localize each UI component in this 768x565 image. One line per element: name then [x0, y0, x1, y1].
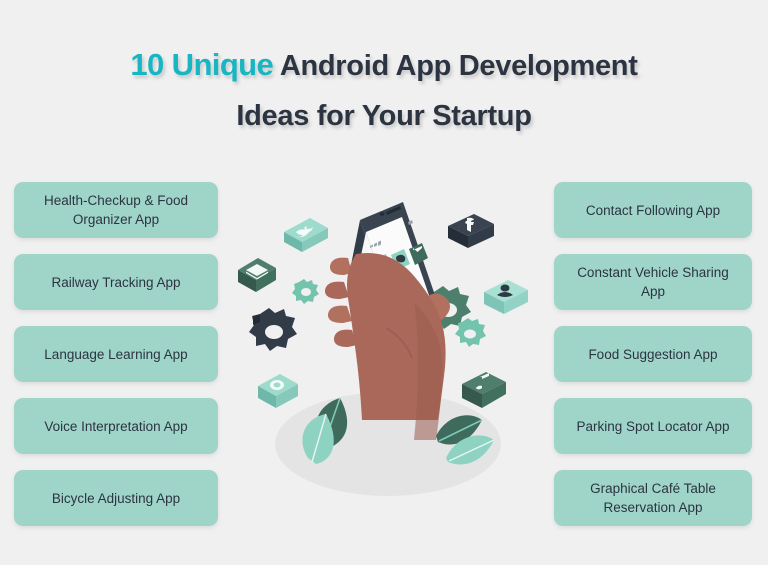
envelope-icon: [238, 258, 276, 292]
idea-pill-health-checkup[interactable]: Health-Checkup & Food Organizer App: [14, 182, 218, 238]
hero-illustration: [236, 196, 532, 496]
idea-pill-voice-interpretation[interactable]: Voice Interpretation App: [14, 398, 218, 454]
idea-pill-railway-tracking[interactable]: Railway Tracking App: [14, 254, 218, 310]
gear-icon-small-mint: [292, 279, 319, 304]
camera-icon: [258, 374, 298, 408]
gear-icon-large-dark: [249, 308, 297, 351]
idea-pill-parking-spot-locator[interactable]: Parking Spot Locator App: [554, 398, 752, 454]
left-idea-column: Health-Checkup & Food Organizer App Rail…: [14, 182, 218, 526]
facebook-icon: [448, 214, 494, 248]
idea-pill-bicycle-adjusting[interactable]: Bicycle Adjusting App: [14, 470, 218, 526]
title-accent: 10 Unique: [130, 47, 274, 82]
title-line-1: 10 Unique Android App Development: [0, 40, 768, 91]
page-title: 10 Unique Android App Development Ideas …: [0, 40, 768, 141]
idea-pill-graphical-cafe-reservation[interactable]: Graphical Café Table Reservation App: [554, 470, 752, 526]
right-idea-column: Contact Following App Constant Vehicle S…: [554, 182, 752, 526]
idea-pill-contact-following[interactable]: Contact Following App: [554, 182, 752, 238]
idea-pill-language-learning[interactable]: Language Learning App: [14, 326, 218, 382]
title-line-1-rest: Android App Development: [279, 50, 638, 82]
user-icon: [484, 280, 528, 314]
idea-pill-constant-vehicle-sharing[interactable]: Constant Vehicle Sharing App: [554, 254, 752, 310]
idea-pill-food-suggestion[interactable]: Food Suggestion App: [554, 326, 752, 382]
title-line-2: Ideas for Your Startup: [236, 100, 532, 132]
twitter-icon: [284, 218, 328, 252]
front-camera-dot: [379, 212, 385, 216]
music-note-icon: [462, 372, 506, 408]
